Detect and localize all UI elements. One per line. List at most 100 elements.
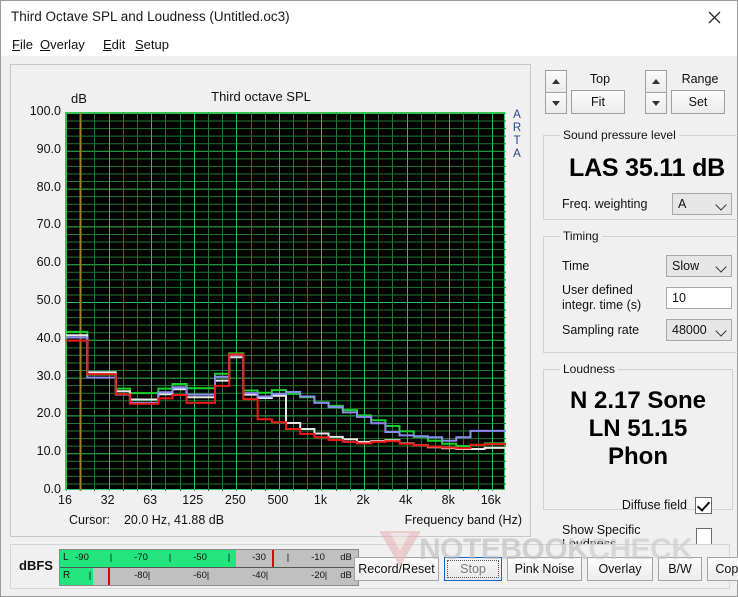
top-spin-up-button[interactable] [545, 70, 567, 92]
sound-pressure-level-group: Sound pressure level LAS 35.11 dB Freq. … [543, 128, 738, 220]
application-window: Third Octave SPL and Loudness (Untitled.… [0, 0, 738, 597]
menu-mnemonic: E [103, 37, 112, 52]
loudness-values: N 2.17 Sone LN 51.15 Phon [556, 387, 720, 471]
menu-item-overlay[interactable]: Overlay [37, 36, 88, 53]
meter-tick-label: -60 [193, 570, 207, 581]
dbfs-label: dBFS [19, 558, 53, 573]
loudness-phon: LN 51.15 Phon [588, 414, 688, 470]
integration-time-input[interactable]: 10 [666, 286, 732, 309]
chevron-down-icon [715, 260, 727, 273]
freq-weighting-value: A [678, 196, 687, 211]
x-axis-labels: 16 32 63 125 250 500 1k 2k 4k 8k 16k [11, 493, 530, 511]
y-axis-tick-label: 90.0 [36, 141, 61, 156]
top-spinner[interactable] [545, 70, 567, 114]
diffuse-field-checkbox[interactable] [695, 496, 712, 514]
close-icon[interactable] [691, 1, 737, 33]
x-axis-tick-label: 16k [480, 493, 501, 507]
record-reset-button[interactable]: Record/Reset [354, 557, 439, 581]
stop-button[interactable]: Stop [444, 557, 502, 581]
y-axis-tick-label: 10.0 [36, 444, 61, 459]
x-axis-tick-label: 63 [143, 493, 158, 507]
title-bar: Third Octave SPL and Loudness (Untitled.… [1, 1, 737, 34]
range-spin-down-button[interactable] [645, 92, 667, 114]
meter-tick-label: -40 [252, 570, 266, 581]
meter-tick-label: -90 [75, 552, 89, 563]
chart-title: Third octave SPL [211, 89, 311, 104]
menu-item-setup[interactable]: Setup [132, 36, 172, 53]
y-axis-tick-label: 60.0 [36, 255, 61, 270]
copy-button[interactable]: Copy [707, 557, 738, 581]
diffuse-field-row: Diffuse field [556, 496, 720, 514]
caret-down-icon [552, 100, 560, 106]
menu-mnemonic: S [135, 37, 144, 52]
time-select[interactable]: Slow [666, 254, 732, 277]
spl-group-label: Sound pressure level [563, 128, 676, 142]
x-axis-tick-label: 250 [224, 493, 246, 507]
window-title: Third Octave SPL and Loudness (Untitled.… [11, 9, 290, 24]
y-axis-tick-label: 20.0 [36, 406, 61, 421]
caret-up-icon [552, 79, 560, 84]
bw-button[interactable]: B/W [658, 557, 702, 581]
arta-letter: A [513, 109, 521, 121]
sampling-rate-row: Sampling rate 48000 [556, 318, 738, 347]
sampling-rate-label: Sampling rate [562, 322, 640, 337]
x-axis-tick-label: 2k [356, 493, 370, 507]
meter-tick-mark: | [227, 552, 231, 563]
integration-time-label-line1: User defined [562, 282, 633, 297]
bottom-bar: dBFS L -90 | -70 | -50 | -30 | -10 dB R -80 -60 -40 -20… [10, 544, 738, 589]
x-axis-tick-label: 1k [313, 493, 328, 507]
menu-item-edit[interactable]: Edit [100, 36, 128, 53]
sampling-rate-value: 48000 [672, 322, 707, 337]
loudness-group-label: Loudness [563, 362, 616, 376]
meter-tick-label: -20 [311, 570, 325, 581]
range-spinner[interactable] [645, 70, 667, 114]
meter-tick-label: -10 [311, 552, 325, 563]
menu-mnemonic: F [12, 37, 20, 52]
cursor-label: Cursor: [69, 513, 110, 527]
menu-item-file[interactable]: File [9, 36, 36, 53]
freq-weighting-select[interactable]: A [672, 192, 732, 215]
meter-tick-mark: | [109, 552, 113, 563]
cursor-value: 20.0 Hz, 41.88 dB [123, 513, 225, 527]
y-axis-tick-label: 40.0 [36, 330, 61, 345]
level-meter[interactable]: L -90 | -70 | -50 | -30 | -10 dB R -80 -60 -40 -20 | | | | |… [59, 549, 359, 586]
time-value: Slow [672, 258, 700, 273]
y-axis-tick-label: 50.0 [36, 293, 61, 307]
spl-value: LAS 35.11 dB [569, 153, 725, 182]
fit-button[interactable]: Fit [571, 90, 625, 114]
chevron-down-icon [715, 198, 727, 211]
plot-area[interactable] [65, 112, 506, 491]
arta-letter: R [512, 122, 522, 134]
pink-noise-button[interactable]: Pink Noise [507, 557, 582, 581]
sampling-rate-select[interactable]: 48000 [666, 318, 732, 341]
menu-rest: verlay [50, 37, 85, 52]
x-axis-tick-label: 125 [182, 493, 204, 507]
caret-down-icon [652, 100, 660, 106]
chevron-down-icon [715, 324, 727, 337]
arta-watermark: ARTA [506, 109, 528, 161]
y-axis-tick-label: 100.0 [29, 104, 61, 118]
top-label: Top [589, 72, 611, 86]
y-axis-tick-label: 70.0 [36, 217, 61, 232]
menu-rest: ile [19, 37, 33, 52]
overlay-button[interactable]: Overlay [587, 557, 653, 581]
integration-time-label: User defined integr. time (s) [562, 283, 666, 313]
top-spin-down-button[interactable] [545, 92, 567, 114]
diffuse-field-label: Diffuse field [621, 498, 687, 513]
specific-loudness-checkbox[interactable] [696, 528, 712, 546]
x-axis-tick-label: 16 [58, 493, 72, 507]
x-axis-tick-label: 4k [399, 493, 413, 507]
freq-weighting-label: Freq. weighting [562, 196, 648, 211]
menu-bar: File Overlay Edit Setup [1, 34, 737, 56]
x-axis-tick-label: 8k [441, 493, 455, 507]
meter-tick-mark: | [88, 570, 92, 581]
meter-tick-mark: | [206, 570, 210, 581]
timing-group-label: Timing [563, 229, 599, 243]
timing-group: Timing Time Slow User defined integr. ti… [543, 229, 738, 353]
range-spin-up-button[interactable] [645, 70, 667, 92]
menu-rest: etup [143, 37, 169, 52]
meter-tick-mark: | [286, 552, 290, 563]
set-button[interactable]: Set [671, 90, 725, 114]
meter-row-right: R -80 -60 -40 -20 | | | | | dB [60, 568, 358, 585]
meter-channel-left: L [63, 552, 69, 563]
